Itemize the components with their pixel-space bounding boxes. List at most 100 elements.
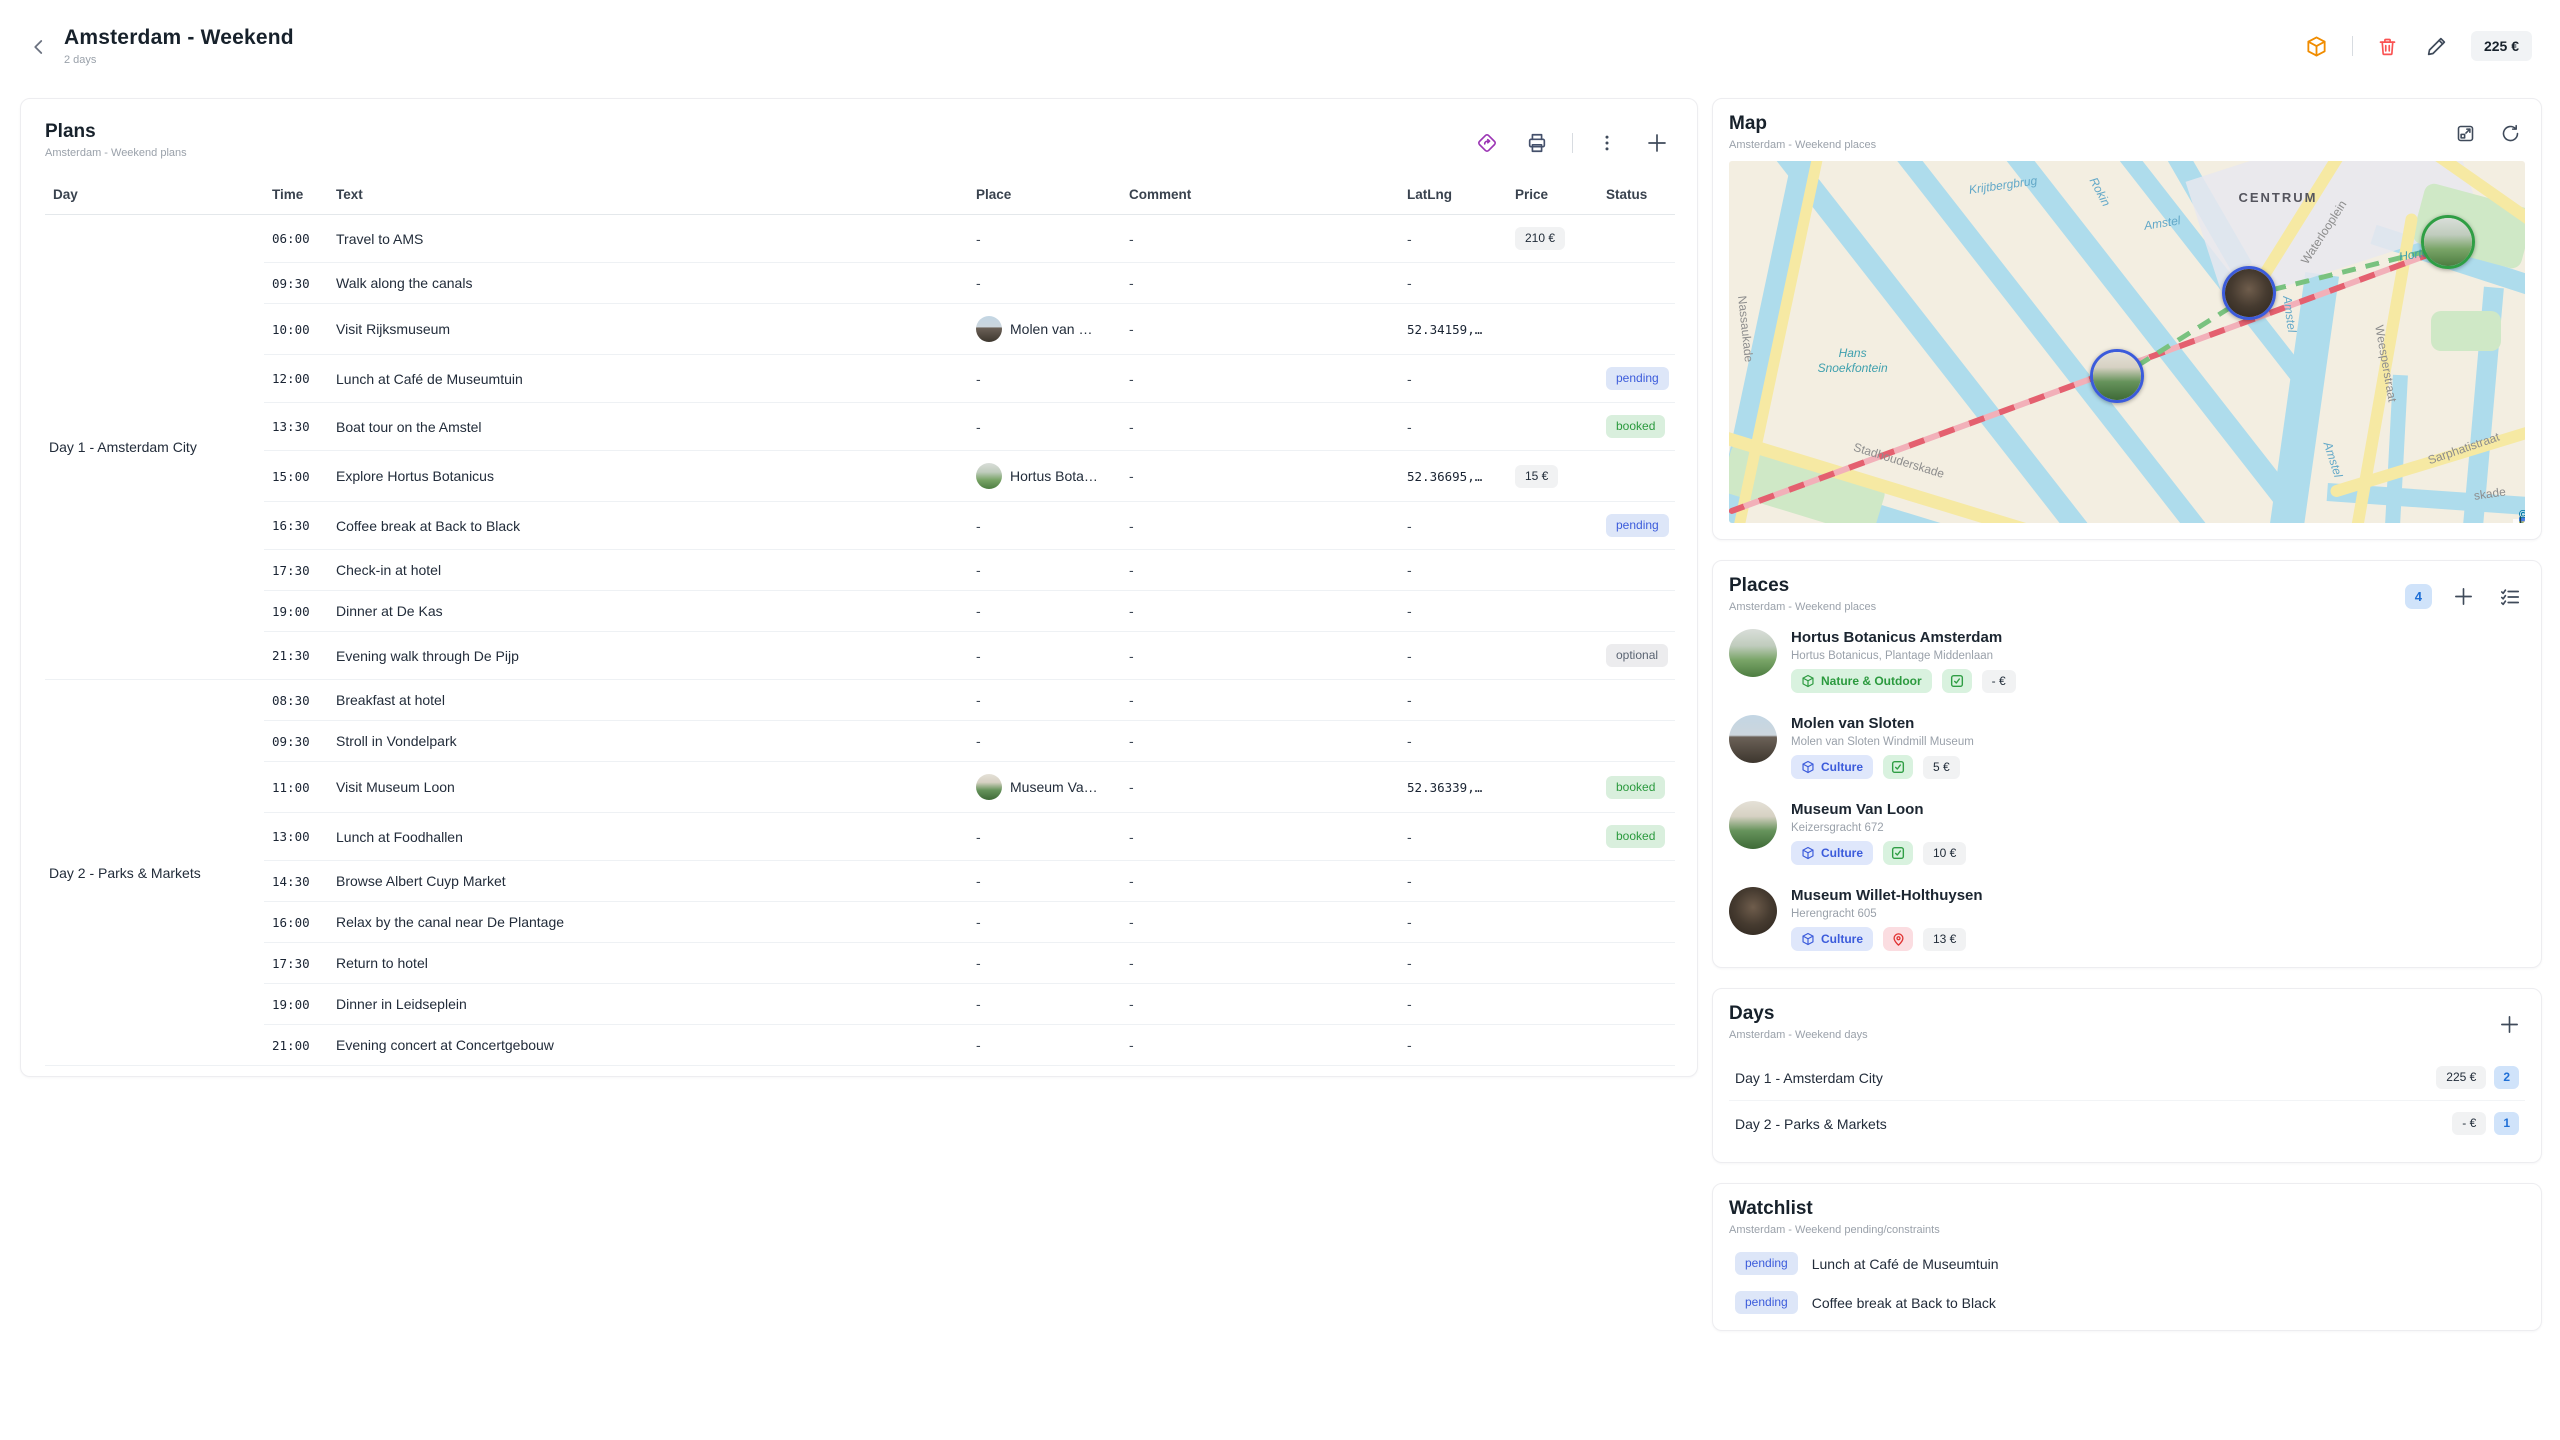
pending-badge: pending bbox=[1735, 1291, 1798, 1314]
plan-row[interactable]: 21:30Evening walk through De Pijp---opti… bbox=[45, 632, 1675, 680]
delete-trip-button[interactable] bbox=[2373, 32, 2402, 61]
plan-comment: - bbox=[1121, 762, 1399, 813]
plan-row[interactable]: 17:30Check-in at hotel--- bbox=[45, 550, 1675, 591]
edit-trip-button[interactable] bbox=[2422, 32, 2451, 61]
place-price-badge: 10 € bbox=[1923, 842, 1966, 865]
place-list-item[interactable]: Molen van SlotenMolen van Sloten Windmil… bbox=[1729, 715, 2525, 779]
plan-comment: - bbox=[1121, 680, 1399, 721]
plan-price bbox=[1507, 502, 1598, 550]
add-plan-button[interactable] bbox=[1641, 127, 1673, 159]
category-cube-icon bbox=[1801, 932, 1815, 946]
plan-comment: - bbox=[1121, 304, 1399, 355]
plan-status: pending bbox=[1598, 355, 1675, 403]
plan-comment: - bbox=[1121, 355, 1399, 403]
marker-museum-van-loon[interactable] bbox=[2090, 349, 2144, 403]
plan-row[interactable]: 15:00Explore Hortus BotanicusHortus Bota… bbox=[45, 451, 1675, 502]
plan-comment: - bbox=[1121, 632, 1399, 680]
back-button[interactable] bbox=[28, 32, 50, 62]
park bbox=[2431, 311, 2501, 351]
print-button[interactable] bbox=[1522, 128, 1552, 158]
watchlist-item[interactable]: pendingLunch at Café de Museumtuin bbox=[1729, 1252, 2525, 1275]
plan-row[interactable]: 10:00Visit RijksmuseumMolen van …-52.341… bbox=[45, 304, 1675, 355]
page-title: Amsterdam - Weekend bbox=[64, 26, 294, 50]
status-badge: optional bbox=[1606, 644, 1668, 667]
places-title: Places bbox=[1729, 575, 1876, 597]
package-button[interactable] bbox=[2301, 31, 2332, 62]
add-place-button[interactable] bbox=[2448, 581, 2479, 612]
plan-row[interactable]: 09:30Stroll in Vondelpark--- bbox=[45, 721, 1675, 762]
plan-comment: - bbox=[1121, 902, 1399, 943]
plan-place: - bbox=[968, 680, 1121, 721]
plan-row[interactable]: Day 2 - Parks & Markets08:30Breakfast at… bbox=[45, 680, 1675, 721]
plan-row[interactable]: 09:30Walk along the canals--- bbox=[45, 263, 1675, 304]
plan-place: - bbox=[968, 502, 1121, 550]
plan-latlng: 52.36339,… bbox=[1399, 762, 1507, 813]
kebab-menu-icon bbox=[1597, 133, 1617, 153]
plan-comment: - bbox=[1121, 550, 1399, 591]
refresh-icon bbox=[2500, 123, 2521, 144]
plan-text: Explore Hortus Botanicus bbox=[328, 451, 968, 502]
place-name: Hortus Botanicus Amsterdam bbox=[1791, 629, 2016, 646]
route-optimize-button[interactable] bbox=[1472, 128, 1502, 158]
plan-row[interactable]: 12:00Lunch at Café de Museumtuin---pendi… bbox=[45, 355, 1675, 403]
plan-row[interactable]: 14:30Browse Albert Cuyp Market--- bbox=[45, 861, 1675, 902]
plan-latlng: - bbox=[1399, 502, 1507, 550]
plan-text: Visit Museum Loon bbox=[328, 762, 968, 813]
plan-text: Check-in at hotel bbox=[328, 550, 968, 591]
plan-price: 210 € bbox=[1507, 215, 1598, 263]
plan-comment: - bbox=[1121, 215, 1399, 263]
plan-price bbox=[1507, 263, 1598, 304]
page-subtitle: 2 days bbox=[64, 54, 294, 66]
plan-text: Lunch at Foodhallen bbox=[328, 813, 968, 861]
plan-price bbox=[1507, 550, 1598, 591]
plan-status bbox=[1598, 984, 1675, 1025]
plan-place: - bbox=[968, 263, 1121, 304]
map-canvas[interactable]: Leaflet | © OpenStreetMap , © CARTO Krij… bbox=[1729, 161, 2525, 523]
plan-row[interactable]: 16:30Coffee break at Back to Black---pen… bbox=[45, 502, 1675, 550]
plan-time: 19:00 bbox=[264, 591, 328, 632]
plan-text: Lunch at Café de Museumtuin bbox=[328, 355, 968, 403]
plan-row[interactable]: Day 1 - Amsterdam City06:00Travel to AMS… bbox=[45, 215, 1675, 263]
places-list-view-button[interactable] bbox=[2495, 582, 2525, 612]
plans-menu-button[interactable] bbox=[1593, 129, 1621, 157]
pencil-icon bbox=[2426, 36, 2447, 57]
plan-price bbox=[1507, 1025, 1598, 1066]
place-list-item[interactable]: Museum Willet-HolthuysenHerengracht 605C… bbox=[1729, 887, 2525, 951]
add-day-button[interactable] bbox=[2494, 1009, 2525, 1040]
marker-hortus-botanicus[interactable] bbox=[2421, 215, 2475, 269]
plan-status bbox=[1598, 451, 1675, 502]
watchlist-item[interactable]: pendingCoffee break at Back to Black bbox=[1729, 1291, 2525, 1314]
plan-row[interactable]: 11:00Visit Museum LoonMuseum Va…-52.3633… bbox=[45, 762, 1675, 813]
status-badge: pending bbox=[1606, 367, 1669, 390]
plan-row[interactable]: 19:00Dinner in Leidseplein--- bbox=[45, 984, 1675, 1025]
plan-status bbox=[1598, 861, 1675, 902]
plan-latlng: - bbox=[1399, 591, 1507, 632]
col-text: Text bbox=[328, 177, 968, 215]
map-expand-button[interactable] bbox=[2451, 119, 2480, 148]
plan-row[interactable]: 21:00Evening concert at Concertgebouw--- bbox=[45, 1025, 1675, 1066]
header-divider bbox=[2352, 36, 2353, 56]
plan-row[interactable]: 13:00Lunch at Foodhallen---booked bbox=[45, 813, 1675, 861]
plan-time: 10:00 bbox=[264, 304, 328, 355]
day-price-badge: 225 € bbox=[2436, 1066, 2486, 1089]
plan-latlng: - bbox=[1399, 1025, 1507, 1066]
carto-link[interactable]: © CARTO bbox=[2519, 509, 2525, 523]
plan-row[interactable]: 16:00Relax by the canal near De Plantage… bbox=[45, 902, 1675, 943]
map-refresh-button[interactable] bbox=[2496, 119, 2525, 148]
day-list-item[interactable]: Day 1 - Amsterdam City225 €2 bbox=[1729, 1055, 2525, 1100]
plan-row[interactable]: 17:30Return to hotel--- bbox=[45, 943, 1675, 984]
plan-latlng: - bbox=[1399, 943, 1507, 984]
day-list-item[interactable]: Day 2 - Parks & Markets- €1 bbox=[1729, 1100, 2525, 1146]
plan-price bbox=[1507, 902, 1598, 943]
marker-museum-willet-holthuysen[interactable] bbox=[2222, 266, 2276, 320]
plan-place: - bbox=[968, 403, 1121, 451]
plan-row[interactable]: 13:30Boat tour on the Amstel---booked bbox=[45, 403, 1675, 451]
place-list-item[interactable]: Museum Van LoonKeizersgracht 672Culture1… bbox=[1729, 801, 2525, 865]
plan-status bbox=[1598, 304, 1675, 355]
plan-time: 21:30 bbox=[264, 632, 328, 680]
day-group-label: Day 1 - Amsterdam City bbox=[45, 215, 264, 680]
place-list-item[interactable]: Hortus Botanicus AmsterdamHortus Botanic… bbox=[1729, 629, 2525, 693]
plan-time: 17:30 bbox=[264, 550, 328, 591]
plan-place: - bbox=[968, 632, 1121, 680]
plan-row[interactable]: 19:00Dinner at De Kas--- bbox=[45, 591, 1675, 632]
